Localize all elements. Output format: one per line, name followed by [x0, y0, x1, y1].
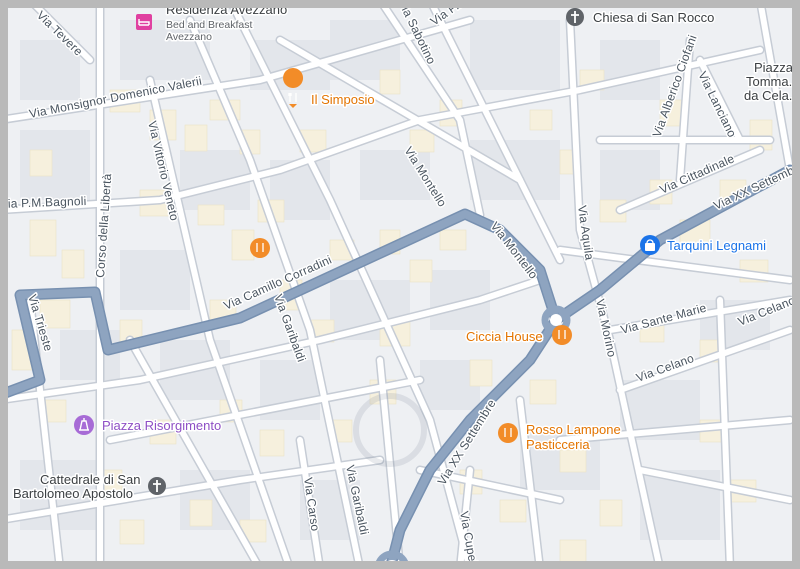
poi-tarquini-name: Tarquini Legnami	[667, 238, 766, 253]
poi-cattedrale-name: Cattedrale di San	[40, 472, 140, 487]
poi-chiesa-name: Chiesa di San Rocco	[593, 10, 714, 25]
poi-piazza-tommaso-line2: Tomma...	[746, 74, 799, 89]
poi-rosso-name2: Pasticceria	[526, 437, 590, 452]
poi-residenza-sub2: Avezzano	[166, 31, 212, 43]
poi-ciccia-name: Ciccia House	[466, 329, 543, 344]
poi-risorgimento-name: Piazza Risorgimento	[102, 418, 221, 433]
poi-restaurant-unnamed[interactable]	[250, 238, 270, 258]
map-canvas[interactable]: Via Tevere Via Monsignor Domenico Valeri…	[0, 0, 800, 569]
poi-rosso-name: Rosso Lampone	[526, 422, 621, 437]
poi-piazza-tommaso-line1: Piazza	[754, 60, 794, 75]
poi-residenza-name: Residenza Avezzano	[166, 2, 287, 17]
poi-cattedrale-name2: Bartolomeo Apostolo	[13, 486, 133, 501]
poi-residenza-sub1: Bed and Breakfast	[166, 19, 252, 31]
poi-piazza-tommaso-line3: da Cela...	[744, 88, 800, 103]
poi-simposio-name: Il Simposio	[311, 92, 375, 107]
map-frame: Via Tevere Via Monsignor Domenico Valeri…	[0, 0, 800, 569]
